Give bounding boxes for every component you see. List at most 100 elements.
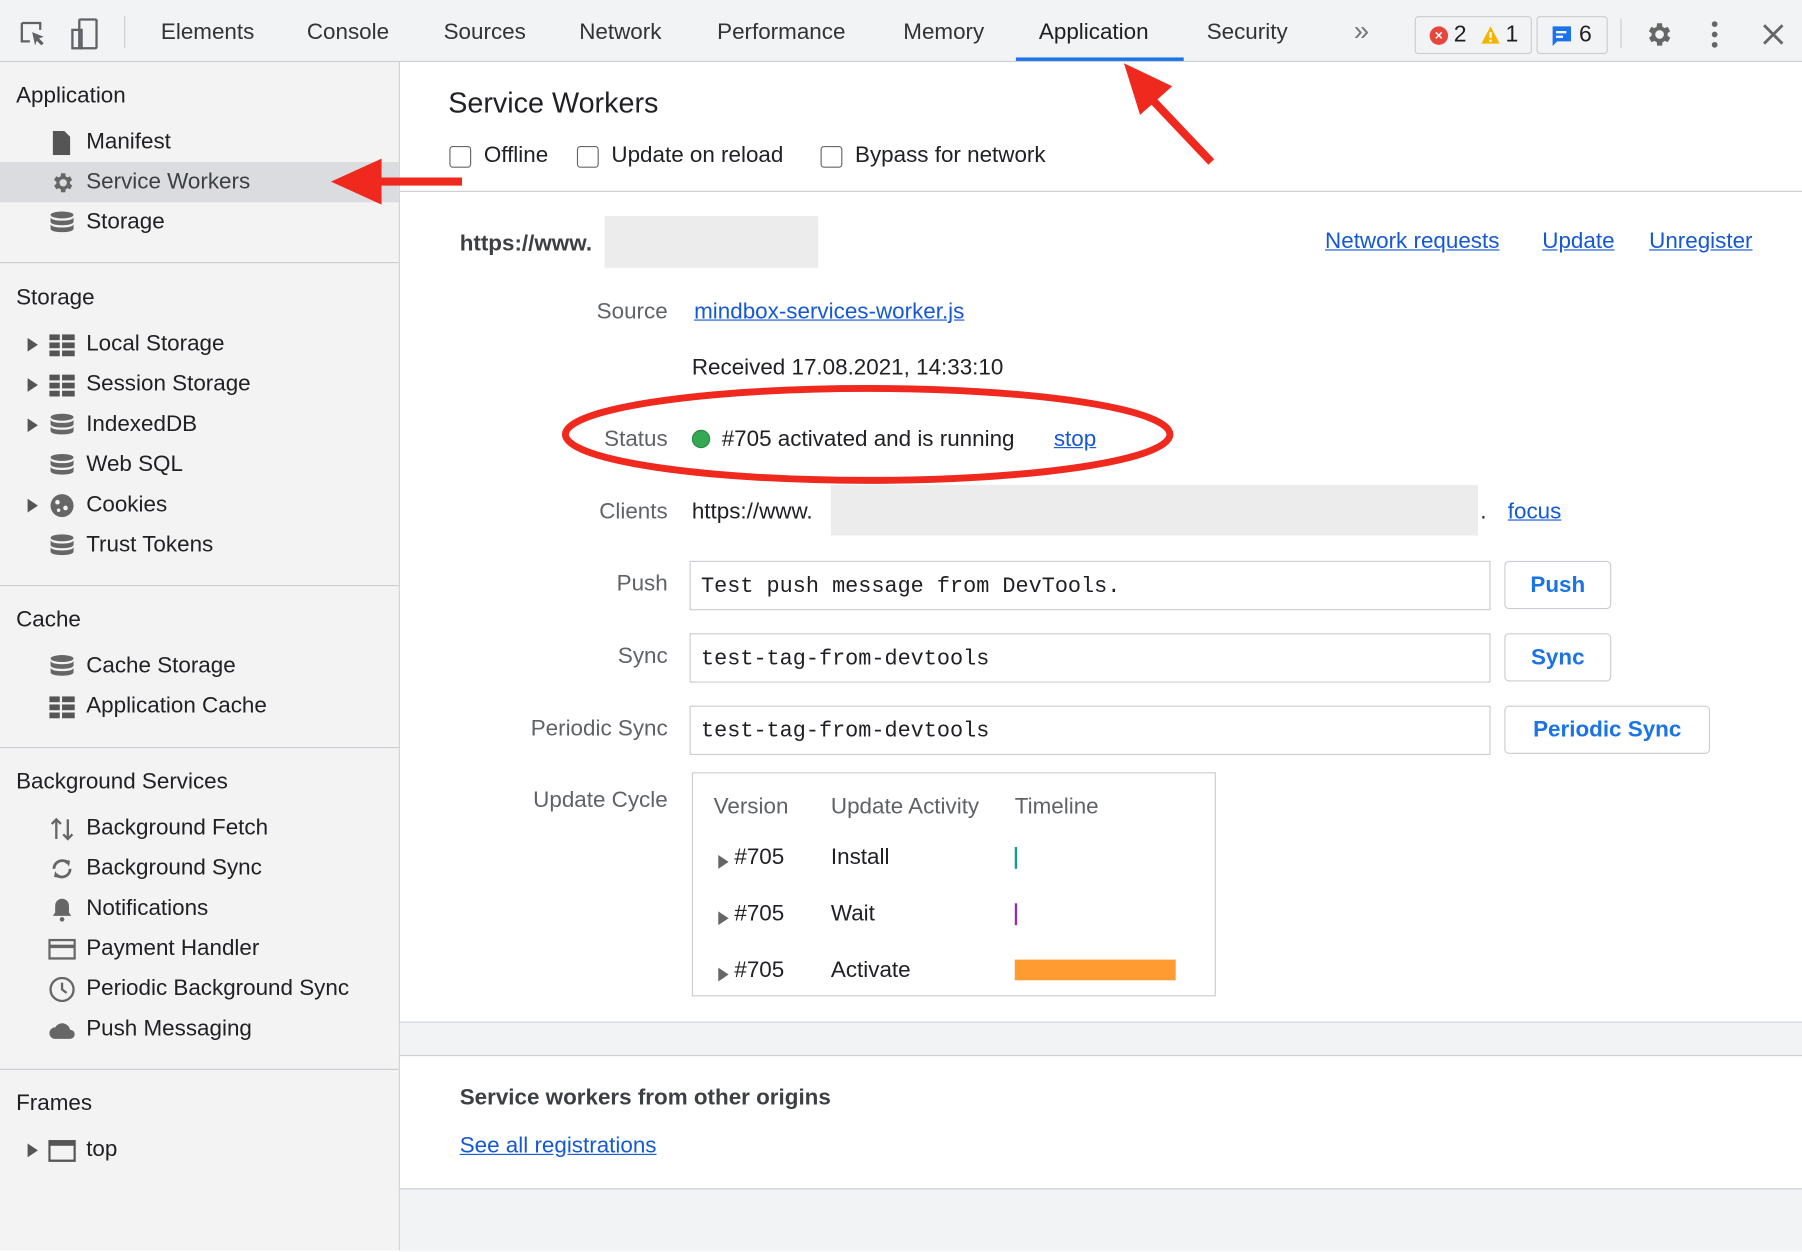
table-row[interactable]: #705 Install bbox=[693, 845, 1217, 879]
sidebar-item-application-cache[interactable]: Application Cache bbox=[0, 686, 399, 726]
divider bbox=[399, 190, 1802, 192]
arrows-up-down-icon bbox=[50, 817, 74, 841]
offline-checkbox[interactable] bbox=[449, 145, 472, 168]
source-link[interactable]: mindbox-services-worker.js bbox=[694, 299, 964, 325]
sidebar-item-session-storage[interactable]: Session Storage bbox=[0, 364, 399, 404]
network-requests-link[interactable]: Network requests bbox=[1325, 229, 1499, 255]
focus-link[interactable]: focus bbox=[1508, 499, 1562, 525]
sidebar-item-label: Cookies bbox=[86, 491, 168, 518]
table-row[interactable]: #705 Activate bbox=[693, 957, 1217, 991]
sidebar-item-notifications[interactable]: Notifications bbox=[0, 888, 399, 928]
sync-tag-input[interactable]: test-tag-from-devtools bbox=[689, 633, 1491, 683]
sidebar-item-local-storage[interactable]: Local Storage bbox=[0, 324, 399, 364]
update-cycle-table: Version Update Activity Timeline #705 In… bbox=[691, 772, 1217, 997]
close-icon[interactable] bbox=[1762, 23, 1785, 46]
sidebar-item-label: Session Storage bbox=[86, 371, 251, 397]
unregister-link[interactable]: Unregister bbox=[1649, 229, 1752, 255]
bypass-for-network-checkbox[interactable] bbox=[820, 145, 843, 168]
sidebar-item-payment-handler[interactable]: Payment Handler bbox=[0, 929, 399, 969]
periodic-sync-button[interactable]: Periodic Sync bbox=[1504, 705, 1711, 754]
database-icon bbox=[50, 211, 74, 233]
activity-cell: Activate bbox=[830, 957, 911, 983]
periodic-sync-label: Periodic Sync bbox=[530, 715, 668, 742]
expand-triangle-icon[interactable] bbox=[27, 1143, 38, 1158]
clients-label: Clients bbox=[599, 498, 668, 525]
sidebar-item-label: Application Cache bbox=[86, 692, 267, 719]
chevron-double-right-icon[interactable]: » bbox=[1354, 16, 1369, 48]
sidebar-item-label: Background Sync bbox=[86, 855, 262, 881]
timeline-bar bbox=[1014, 846, 1018, 869]
sidebar-item-background-sync[interactable]: Background Sync bbox=[0, 848, 399, 888]
push-message-input[interactable]: Test push message from DevTools. bbox=[689, 560, 1491, 611]
page-title: Service Workers bbox=[448, 87, 659, 120]
tab-security[interactable]: Security bbox=[1207, 20, 1288, 46]
sidebar-item-cookies[interactable]: Cookies bbox=[0, 485, 399, 525]
update-on-reload-checkbox[interactable] bbox=[576, 145, 599, 168]
sidebar-item-top[interactable]: top bbox=[0, 1130, 399, 1170]
bypass-for-network-label[interactable]: Bypass for network bbox=[855, 143, 1046, 169]
sidebar-item-storage[interactable]: Storage bbox=[0, 202, 399, 242]
grid-icon bbox=[49, 374, 75, 397]
tab-network[interactable]: Network bbox=[579, 20, 661, 46]
version-cell: #705 bbox=[734, 900, 785, 927]
update-link[interactable]: Update bbox=[1542, 229, 1614, 255]
sidebar-item-label: Manifest bbox=[86, 128, 171, 154]
sidebar-item-web-sql[interactable]: Web SQL bbox=[0, 445, 399, 485]
sidebar-item-push-messaging[interactable]: Push Messaging bbox=[0, 1009, 399, 1049]
tab-sources[interactable]: Sources bbox=[444, 20, 526, 46]
expand-triangle-icon[interactable] bbox=[27, 378, 38, 392]
status-running-dot bbox=[691, 429, 711, 449]
column-header-version: Version bbox=[713, 794, 789, 820]
redacted-region bbox=[830, 484, 1478, 536]
sidebar-item-manifest[interactable]: Manifest bbox=[0, 122, 399, 162]
expand-triangle-icon[interactable] bbox=[718, 911, 729, 926]
sidebar-item-indexeddb[interactable]: IndexedDB bbox=[0, 405, 399, 445]
divider bbox=[124, 16, 126, 49]
inspect-element-icon[interactable] bbox=[18, 20, 48, 50]
sidebar-item-periodic-background-sync[interactable]: Periodic Background Sync bbox=[0, 969, 399, 1009]
expand-triangle-icon[interactable] bbox=[27, 337, 38, 352]
expand-triangle-icon[interactable] bbox=[27, 498, 38, 513]
sidebar-item-label: Trust Tokens bbox=[86, 532, 214, 558]
sidebar-item-cache-storage[interactable]: Cache Storage bbox=[0, 646, 399, 686]
activity-cell: Wait bbox=[830, 900, 875, 927]
sidebar-divider bbox=[0, 584, 399, 587]
sidebar-item-label: Notifications bbox=[86, 895, 209, 921]
push-label: Push bbox=[616, 571, 668, 597]
active-tab-indicator bbox=[1015, 57, 1184, 61]
status-text: #705 activated and is running bbox=[721, 426, 1015, 452]
tab-performance[interactable]: Performance bbox=[717, 20, 845, 46]
device-toolbar-icon[interactable] bbox=[69, 17, 101, 51]
column-header-activity: Update Activity bbox=[830, 794, 980, 820]
sidebar-item-background-fetch[interactable]: Background Fetch bbox=[0, 808, 399, 848]
stop-link[interactable]: stop bbox=[1054, 426, 1096, 452]
sidebar-item-trust-tokens[interactable]: Trust Tokens bbox=[0, 525, 399, 565]
section-gap bbox=[399, 1022, 1802, 1055]
update-on-reload-label[interactable]: Update on reload bbox=[611, 143, 783, 169]
tab-console[interactable]: Console bbox=[307, 20, 389, 46]
issues-counter-button[interactable]: × 2 1 bbox=[1414, 16, 1532, 55]
offline-label[interactable]: Offline bbox=[484, 143, 548, 169]
push-button[interactable]: Push bbox=[1504, 560, 1612, 610]
sidebar-item-label: Storage bbox=[86, 209, 165, 235]
settings-gear-icon[interactable] bbox=[1643, 20, 1673, 50]
expand-triangle-icon[interactable] bbox=[718, 967, 729, 982]
see-all-registrations-link[interactable]: See all registrations bbox=[460, 1133, 657, 1159]
sidebar: Application Manifest Service Workers Storag… bbox=[0, 62, 400, 1251]
expand-triangle-icon[interactable] bbox=[27, 418, 38, 433]
periodic-sync-tag-input[interactable]: test-tag-from-devtools bbox=[689, 705, 1491, 756]
sync-button[interactable]: Sync bbox=[1504, 633, 1612, 682]
tab-elements[interactable]: Elements bbox=[161, 20, 254, 46]
table-row[interactable]: #705 Wait bbox=[693, 901, 1217, 935]
worker-origin: https://www. bbox=[459, 230, 593, 257]
sidebar-item-label: Web SQL bbox=[86, 451, 183, 477]
version-cell: #705 bbox=[734, 957, 785, 983]
tab-application[interactable]: Application bbox=[1039, 20, 1149, 46]
expand-triangle-icon[interactable] bbox=[718, 855, 729, 869]
sidebar-item-label: top bbox=[86, 1136, 118, 1162]
kebab-menu-icon[interactable] bbox=[1708, 20, 1722, 50]
sidebar-item-service-workers[interactable]: Service Workers bbox=[0, 162, 399, 203]
tab-memory[interactable]: Memory bbox=[903, 20, 984, 46]
messages-counter-button[interactable]: 6 bbox=[1536, 16, 1608, 55]
database-icon bbox=[50, 655, 74, 676]
